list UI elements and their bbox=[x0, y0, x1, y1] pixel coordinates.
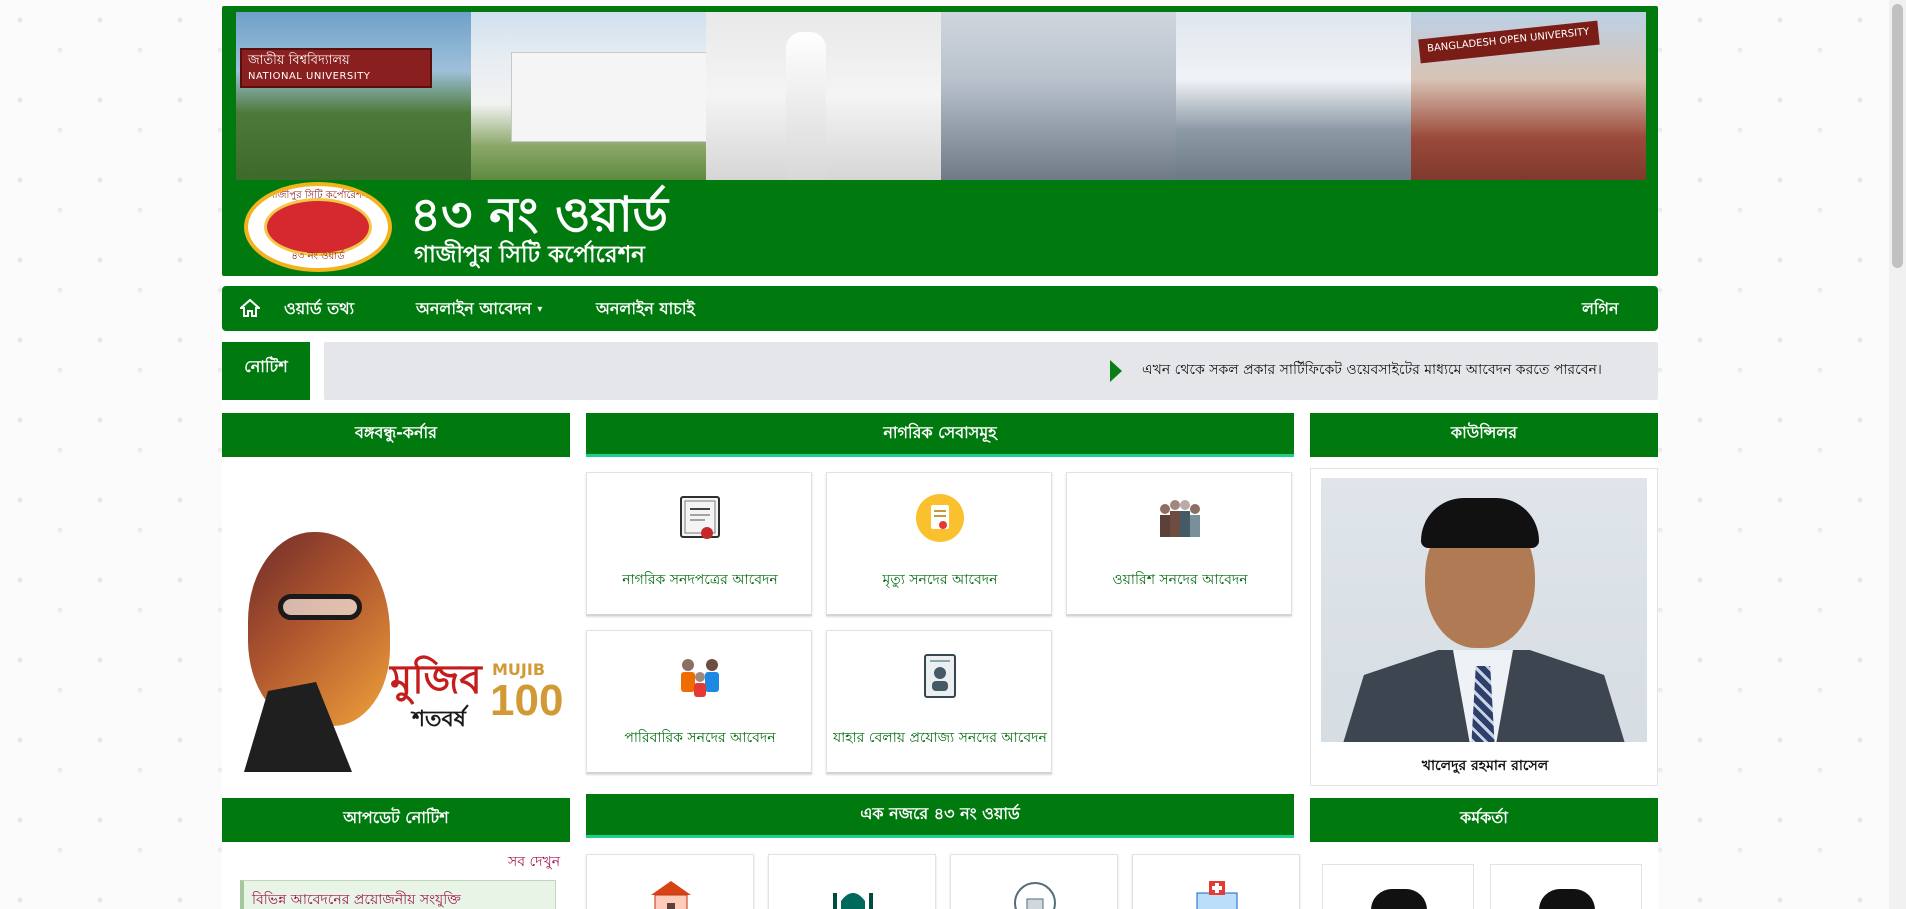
site-header: জাতীয় বিশ্ববিদ্যালয় NATIONAL UNIVERSIT… bbox=[222, 6, 1658, 276]
school-icon bbox=[651, 881, 691, 909]
service-label: মৃত্যু সনদের আবেদন bbox=[882, 572, 998, 588]
death-certificate-icon bbox=[916, 494, 964, 542]
service-label: যাহার বেলায় প্রযোজ্য সনদের আবেদন bbox=[833, 730, 1047, 746]
glance-card-mosque[interactable] bbox=[768, 854, 936, 909]
mujib-centenary-banner[interactable]: মুজিব শতবর্ষ MUJIB 100 bbox=[222, 462, 570, 788]
mujib-hundred: 100 bbox=[490, 676, 564, 725]
councillor-title: কাউন্সিলর bbox=[1310, 413, 1658, 457]
certificate-icon bbox=[680, 496, 720, 539]
update-notice-title: আপডেট নোটিশ bbox=[222, 798, 570, 842]
service-label: ওয়ারিশ সনদের আবেদন bbox=[1112, 572, 1248, 588]
officer-photo-hair bbox=[1371, 889, 1427, 909]
notice-label: নোটিশ bbox=[222, 342, 310, 400]
service-label: পারিবারিক সনদের আবেদন bbox=[624, 730, 776, 746]
glasses-shape bbox=[278, 594, 362, 620]
home-icon[interactable] bbox=[240, 298, 260, 318]
officer-photo-hair bbox=[1539, 889, 1595, 909]
logo-bottom-text: ৪৩ নং ওয়ার্ড bbox=[291, 251, 345, 262]
notice-text[interactable]: এখন থেকে সকল প্রকার সার্টিফিকেট ওয়েবসাই… bbox=[1142, 359, 1602, 381]
councillor-photo bbox=[1321, 478, 1647, 742]
site-logo[interactable]: গাজীপুর সিটি কর্পোরেশন ৪৩ নং ওয়ার্ড bbox=[244, 182, 392, 272]
bangabandhu-corner-title: বঙ্গবন্ধু-কর্নার bbox=[222, 413, 570, 457]
banner-sign-text-en: NATIONAL UNIVERSITY bbox=[248, 71, 371, 82]
family-icon bbox=[681, 659, 719, 697]
update-notice-item[interactable]: বিভিন্ন আবেদনের প্রয়োজনীয় সংযুক্তি bbox=[240, 880, 556, 909]
page-scrollbar[interactable] bbox=[1889, 0, 1906, 909]
statue-shape bbox=[786, 32, 826, 180]
page-container: জাতীয় বিশ্ববিদ্যালয় NATIONAL UNIVERSIT… bbox=[222, 6, 1658, 909]
ward-at-a-glance-title: এক নজরে ৪৩ নং ওয়ার্ড bbox=[586, 794, 1294, 838]
site-subtitle: গাজীপুর সিটি কর্পোরেশন bbox=[414, 241, 645, 268]
notice-row: নোটিশ এখন থেকে সকল প্রকার সার্টিফিকেট ওয… bbox=[222, 342, 1658, 400]
banner-image-national-university: জাতীয় বিশ্ববিদ্যালয় NATIONAL UNIVERSIT… bbox=[236, 12, 471, 180]
banner-image-statue bbox=[706, 12, 941, 180]
service-label: নাগরিক সনদপত্রের আবেদন bbox=[622, 572, 778, 588]
banner-image-sculpture bbox=[1176, 12, 1411, 180]
temple-icon bbox=[1014, 882, 1056, 909]
see-all-link[interactable]: সব দেখুন bbox=[508, 850, 560, 874]
chevron-down-icon: ▾ bbox=[537, 304, 543, 315]
service-card-death-certificate[interactable]: মৃত্যু সনদের আবেদন bbox=[826, 472, 1052, 616]
mosque-icon bbox=[833, 893, 873, 909]
glance-card-temple[interactable] bbox=[950, 854, 1118, 909]
applicable-document-icon bbox=[924, 654, 956, 698]
service-card-citizen-certificate[interactable]: নাগরিক সনদপত্রের আবেদন bbox=[586, 472, 812, 616]
officer-card[interactable] bbox=[1322, 864, 1474, 909]
main-navbar: ওয়ার্ড তথ্য অনলাইন আবেদন ▾ অনলাইন যাচাই … bbox=[222, 286, 1658, 331]
officer-card[interactable] bbox=[1490, 864, 1642, 909]
nav-login[interactable]: লগিন bbox=[1582, 286, 1619, 331]
citizen-services-title: নাগরিক সেবাসমূহ bbox=[586, 413, 1294, 457]
nav-online-application[interactable]: অনলাইন আবেদন ▾ bbox=[416, 286, 542, 331]
banner-sign-text: জাতীয় বিশ্ববিদ্যালয় bbox=[248, 53, 350, 68]
hospital-icon bbox=[1196, 881, 1238, 909]
officers-title: কর্মকর্তা bbox=[1310, 798, 1658, 842]
photo-hair-shape bbox=[1421, 498, 1539, 548]
building-shape bbox=[511, 52, 706, 142]
nav-online-application-label: অনলাইন আবেদন bbox=[416, 299, 532, 318]
councillor-name: খালেদুর রহমান রাসেল bbox=[1421, 758, 1549, 774]
councillor-card: খালেদুর রহমান রাসেল bbox=[1310, 468, 1658, 786]
header-banner: জাতীয় বিশ্ববিদ্যালয় NATIONAL UNIVERSIT… bbox=[236, 12, 1646, 180]
glance-card-hospital[interactable] bbox=[1132, 854, 1300, 909]
banner-image-building bbox=[471, 12, 706, 180]
glance-card-school[interactable] bbox=[586, 854, 754, 909]
mujib-word: মুজিব bbox=[390, 656, 482, 703]
nav-ward-info[interactable]: ওয়ার্ড তথ্য bbox=[284, 286, 354, 331]
scrollbar-thumb[interactable] bbox=[1892, 4, 1903, 268]
banner-sign-national-university: জাতীয় বিশ্ববিদ্যালয় NATIONAL UNIVERSIT… bbox=[240, 48, 432, 88]
banner-image-garment-factory bbox=[941, 12, 1176, 180]
nav-online-verification[interactable]: অনলাইন যাচাই bbox=[596, 286, 695, 331]
logo-emblem bbox=[264, 198, 372, 256]
site-title: ৪৩ নং ওয়ার্ড bbox=[410, 187, 668, 243]
service-card-applicable-certificate[interactable]: যাহার বেলায় প্রযোজ্য সনদের আবেদন bbox=[826, 630, 1052, 774]
service-card-family-certificate[interactable]: পারিবারিক সনদের আবেদন bbox=[586, 630, 812, 774]
notice-arrow-icon bbox=[1110, 360, 1122, 382]
banner-image-open-university: BANGLADESH OPEN UNIVERSITY bbox=[1411, 12, 1646, 180]
service-card-heirs-certificate[interactable]: ওয়ারিশ সনদের আবেদন bbox=[1066, 472, 1292, 616]
notice-marquee: এখন থেকে সকল প্রকার সার্টিফিকেট ওয়েবসাই… bbox=[324, 342, 1658, 400]
banner-sign-open-university: BANGLADESH OPEN UNIVERSITY bbox=[1418, 20, 1600, 64]
mujib-word-centenary: শতবর্ষ bbox=[412, 706, 466, 732]
heirs-icon bbox=[1160, 500, 1200, 537]
